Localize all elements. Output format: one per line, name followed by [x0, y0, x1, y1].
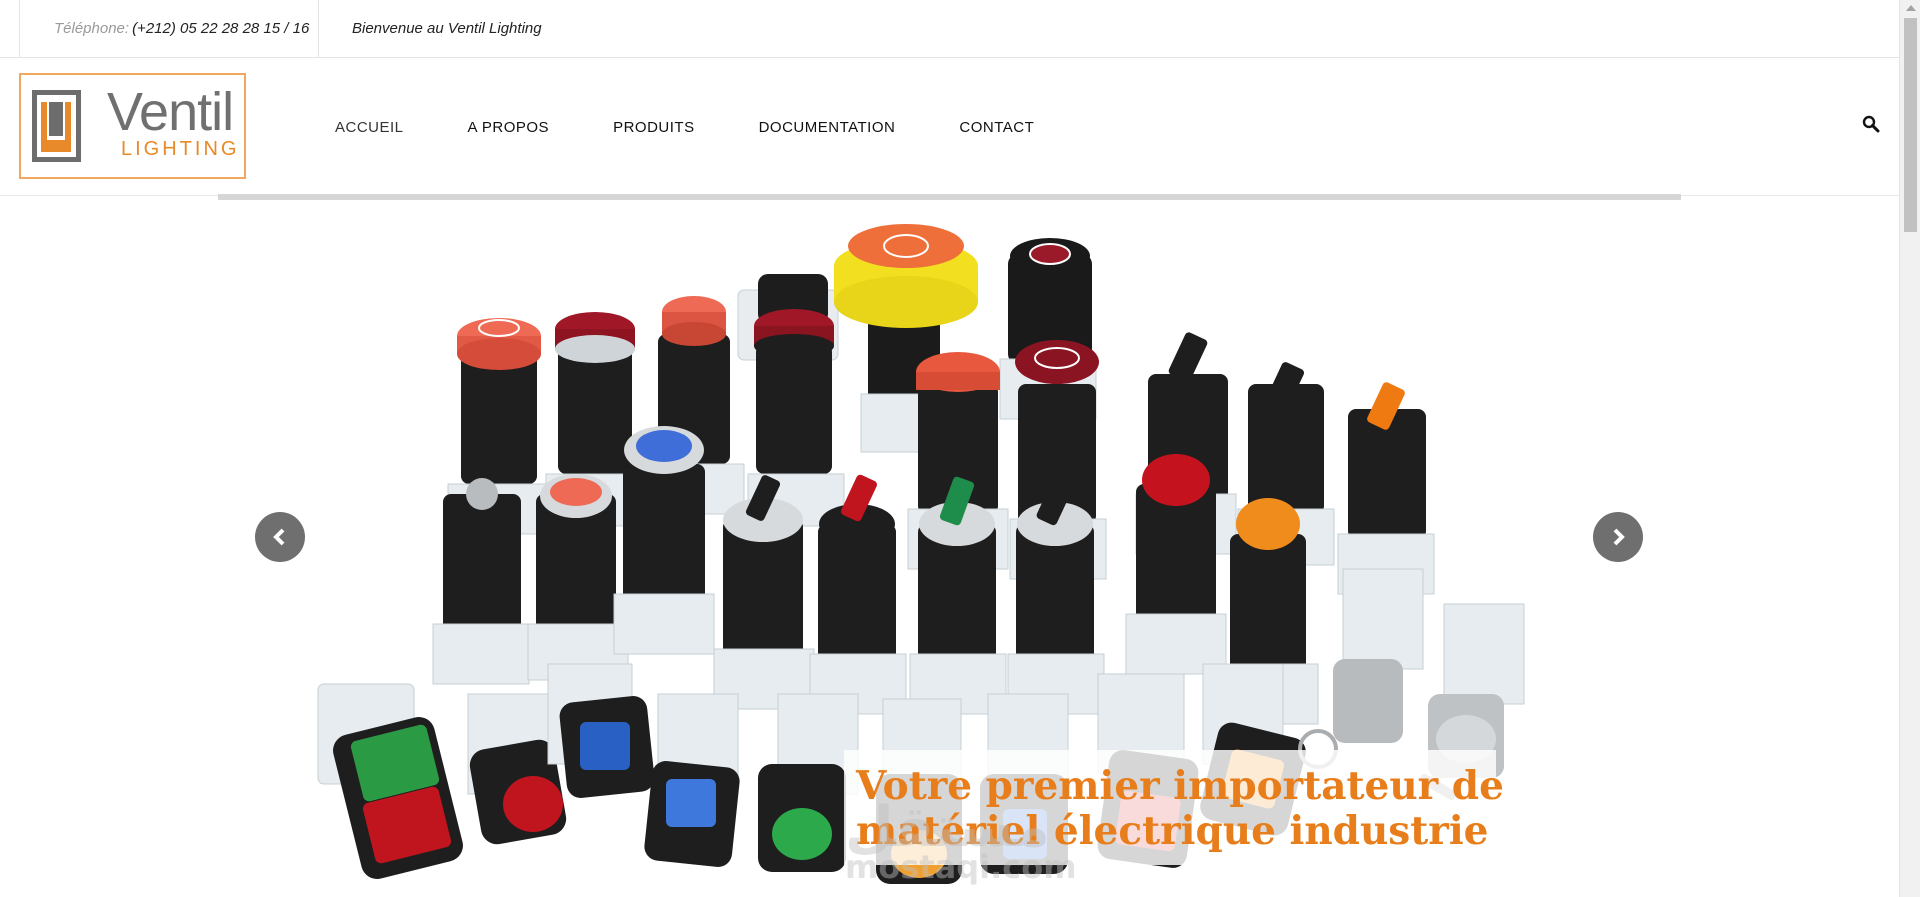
search-icon[interactable] — [1862, 115, 1880, 133]
logo-word: Ventil — [107, 82, 234, 142]
watermark-latin: mostaqi.com — [845, 848, 1077, 886]
page-scrollbar[interactable] — [1899, 0, 1920, 897]
scroll-up-icon[interactable] — [1906, 5, 1916, 11]
hero-slider: Votre premier importateur de matériel él… — [218, 194, 1681, 897]
welcome-text: Bienvenue au Ventil Lighting — [352, 20, 542, 37]
watermark: مستقل mostaqi.com — [845, 800, 1077, 886]
top-info-bar: Téléphone: (+212) 05 22 28 28 15 / 16 Bi… — [0, 0, 1899, 58]
chevron-right-icon — [1613, 528, 1625, 546]
site-header: Ventil LIGHTING ACCUEIL A PROPOS PRODUIT… — [0, 58, 1899, 196]
phone-number[interactable]: (+212) 05 22 28 28 15 / 16 — [132, 20, 309, 37]
phone-info: Téléphone: (+212) 05 22 28 28 15 / 16 — [19, 0, 319, 57]
phone-label: Téléphone: — [54, 20, 130, 37]
nav-item-accueil[interactable]: ACCUEIL — [335, 119, 404, 136]
nav-item-produits[interactable]: PRODUITS — [613, 119, 695, 136]
logo-mark-side — [76, 90, 81, 162]
slider-next-button[interactable] — [1593, 512, 1643, 562]
site-logo[interactable]: Ventil LIGHTING — [19, 73, 246, 179]
scrollbar-thumb[interactable] — [1904, 18, 1917, 232]
logo-sub: LIGHTING — [121, 138, 240, 160]
logo-mark-core — [49, 102, 63, 136]
slider-prev-button[interactable] — [255, 512, 305, 562]
chevron-left-icon — [273, 528, 285, 546]
nav-item-documentation[interactable]: DOCUMENTATION — [759, 119, 896, 136]
main-nav: ACCUEIL A PROPOS PRODUITS DOCUMENTATION … — [335, 58, 1098, 196]
nav-item-contact[interactable]: CONTACT — [959, 119, 1034, 136]
nav-item-a-propos[interactable]: A PROPOS — [468, 119, 550, 136]
